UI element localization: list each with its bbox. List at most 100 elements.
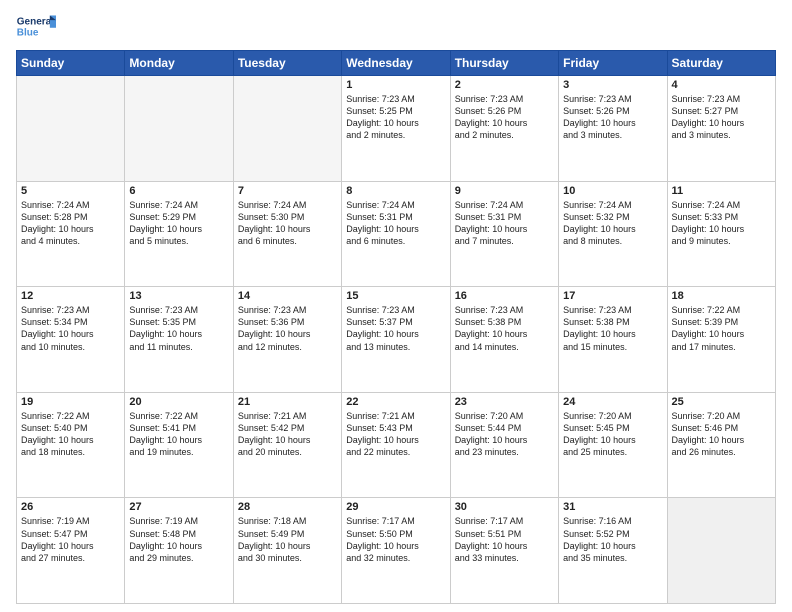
calendar-cell: 11 Sunrise: 7:24 AM Sunset: 5:33 PM Dayli… (667, 181, 775, 287)
cell-info: Sunrise: 7:23 AM Sunset: 5:34 PM Dayligh… (21, 304, 120, 353)
day-number: 17 (563, 290, 662, 302)
day-number: 31 (563, 501, 662, 513)
logo-icon: General Blue (16, 12, 56, 42)
calendar-cell: 2 Sunrise: 7:23 AM Sunset: 5:26 PM Daylig… (450, 76, 558, 182)
day-number: 2 (455, 79, 554, 91)
day-number: 10 (563, 185, 662, 197)
day-number: 1 (346, 79, 445, 91)
calendar-cell: 19Sunrise: 7:22 AM Sunset: 5:40 PM Dayli… (17, 392, 125, 498)
calendar-cell: 18Sunrise: 7:22 AM Sunset: 5:39 PM Dayli… (667, 287, 775, 393)
day-number: 24 (563, 396, 662, 408)
cell-info: Sunrise: 7:24 AM Sunset: 5:31 PM Dayligh… (455, 199, 554, 248)
cell-info: Sunrise: 7:24 AM Sunset: 5:29 PM Dayligh… (129, 199, 228, 248)
col-header-thursday: Thursday (450, 51, 558, 76)
calendar-cell: 14Sunrise: 7:23 AM Sunset: 5:36 PM Dayli… (233, 287, 341, 393)
col-header-saturday: Saturday (667, 51, 775, 76)
cell-info: Sunrise: 7:24 AM Sunset: 5:31 PM Dayligh… (346, 199, 445, 248)
day-number: 9 (455, 185, 554, 197)
cell-info: Sunrise: 7:24 AM Sunset: 5:33 PM Dayligh… (672, 199, 771, 248)
day-number: 23 (455, 396, 554, 408)
day-number: 26 (21, 501, 120, 513)
cell-info: Sunrise: 7:23 AM Sunset: 5:38 PM Dayligh… (563, 304, 662, 353)
logo-svg: General Blue (16, 12, 56, 42)
calendar-cell (667, 498, 775, 604)
day-number: 20 (129, 396, 228, 408)
calendar-cell: 24 Sunrise: 7:20 AM Sunset: 5:45 PM Dayli… (559, 392, 667, 498)
cell-info: Sunrise: 7:23 AM Sunset: 5:35 PM Dayligh… (129, 304, 228, 353)
cell-info: Sunrise: 7:20 AM Sunset: 5:44 PM Dayligh… (455, 410, 554, 459)
cell-info: Sunrise: 7:16 AM Sunset: 5:52 PM Dayligh… (563, 515, 662, 564)
cell-info: Sunrise: 7:19 AM Sunset: 5:47 PM Dayligh… (21, 515, 120, 564)
day-number: 6 (129, 185, 228, 197)
cell-info: Sunrise: 7:24 AM Sunset: 5:32 PM Dayligh… (563, 199, 662, 248)
calendar-cell: 3 Sunrise: 7:23 AM Sunset: 5:26 PM Daylig… (559, 76, 667, 182)
cell-info: Sunrise: 7:17 AM Sunset: 5:51 PM Dayligh… (455, 515, 554, 564)
calendar-cell: 23 Sunrise: 7:20 AM Sunset: 5:44 PM Dayli… (450, 392, 558, 498)
cell-info: Sunrise: 7:21 AM Sunset: 5:42 PM Dayligh… (238, 410, 337, 459)
cell-info: Sunrise: 7:18 AM Sunset: 5:49 PM Dayligh… (238, 515, 337, 564)
calendar-cell: 16Sunrise: 7:23 AM Sunset: 5:38 PM Dayli… (450, 287, 558, 393)
calendar-cell: 27 Sunrise: 7:19 AM Sunset: 5:48 PM Dayli… (125, 498, 233, 604)
calendar-cell (233, 76, 341, 182)
day-number: 16 (455, 290, 554, 302)
calendar-cell: 17 Sunrise: 7:23 AM Sunset: 5:38 PM Dayli… (559, 287, 667, 393)
day-number: 8 (346, 185, 445, 197)
calendar-cell: 25Sunrise: 7:20 AM Sunset: 5:46 PM Dayli… (667, 392, 775, 498)
day-number: 13 (129, 290, 228, 302)
calendar-cell: 31 Sunrise: 7:16 AM Sunset: 5:52 PM Dayli… (559, 498, 667, 604)
day-number: 29 (346, 501, 445, 513)
col-header-friday: Friday (559, 51, 667, 76)
cell-info: Sunrise: 7:22 AM Sunset: 5:41 PM Dayligh… (129, 410, 228, 459)
calendar-cell: 9 Sunrise: 7:24 AM Sunset: 5:31 PM Daylig… (450, 181, 558, 287)
cell-info: Sunrise: 7:23 AM Sunset: 5:27 PM Dayligh… (672, 93, 771, 142)
cell-info: Sunrise: 7:19 AM Sunset: 5:48 PM Dayligh… (129, 515, 228, 564)
calendar-cell: 6 Sunrise: 7:24 AM Sunset: 5:29 PM Daylig… (125, 181, 233, 287)
calendar-cell: 13 Sunrise: 7:23 AM Sunset: 5:35 PM Dayli… (125, 287, 233, 393)
week-row-0: 1 Sunrise: 7:23 AM Sunset: 5:25 PM Daylig… (17, 76, 776, 182)
week-row-1: 5Sunrise: 7:24 AM Sunset: 5:28 PM Daylig… (17, 181, 776, 287)
day-number: 4 (672, 79, 771, 91)
week-row-3: 19Sunrise: 7:22 AM Sunset: 5:40 PM Dayli… (17, 392, 776, 498)
cell-info: Sunrise: 7:22 AM Sunset: 5:39 PM Dayligh… (672, 304, 771, 353)
header-row: SundayMondayTuesdayWednesdayThursdayFrid… (17, 51, 776, 76)
day-number: 3 (563, 79, 662, 91)
col-header-tuesday: Tuesday (233, 51, 341, 76)
day-number: 12 (21, 290, 120, 302)
col-header-monday: Monday (125, 51, 233, 76)
day-number: 5 (21, 185, 120, 197)
cell-info: Sunrise: 7:23 AM Sunset: 5:26 PM Dayligh… (563, 93, 662, 142)
calendar-cell: 7Sunrise: 7:24 AM Sunset: 5:30 PM Daylig… (233, 181, 341, 287)
calendar-cell: 29Sunrise: 7:17 AM Sunset: 5:50 PM Dayli… (342, 498, 450, 604)
header: General Blue (16, 12, 776, 42)
day-number: 22 (346, 396, 445, 408)
cell-info: Sunrise: 7:23 AM Sunset: 5:26 PM Dayligh… (455, 93, 554, 142)
day-number: 14 (238, 290, 337, 302)
calendar-cell: 1 Sunrise: 7:23 AM Sunset: 5:25 PM Daylig… (342, 76, 450, 182)
week-row-4: 26 Sunrise: 7:19 AM Sunset: 5:47 PM Dayli… (17, 498, 776, 604)
cell-info: Sunrise: 7:23 AM Sunset: 5:25 PM Dayligh… (346, 93, 445, 142)
day-number: 27 (129, 501, 228, 513)
day-number: 7 (238, 185, 337, 197)
calendar-cell: 5Sunrise: 7:24 AM Sunset: 5:28 PM Daylig… (17, 181, 125, 287)
day-number: 25 (672, 396, 771, 408)
day-number: 30 (455, 501, 554, 513)
calendar-cell: 30 Sunrise: 7:17 AM Sunset: 5:51 PM Dayli… (450, 498, 558, 604)
cell-info: Sunrise: 7:20 AM Sunset: 5:45 PM Dayligh… (563, 410, 662, 459)
day-number: 11 (672, 185, 771, 197)
calendar-cell: 12 Sunrise: 7:23 AM Sunset: 5:34 PM Dayli… (17, 287, 125, 393)
calendar-cell: 22Sunrise: 7:21 AM Sunset: 5:43 PM Dayli… (342, 392, 450, 498)
day-number: 28 (238, 501, 337, 513)
svg-text:General: General (17, 17, 54, 28)
calendar-cell: 10 Sunrise: 7:24 AM Sunset: 5:32 PM Dayli… (559, 181, 667, 287)
calendar-cell: 15Sunrise: 7:23 AM Sunset: 5:37 PM Dayli… (342, 287, 450, 393)
cell-info: Sunrise: 7:23 AM Sunset: 5:37 PM Dayligh… (346, 304, 445, 353)
svg-text:Blue: Blue (17, 27, 39, 38)
calendar-cell: 8 Sunrise: 7:24 AM Sunset: 5:31 PM Daylig… (342, 181, 450, 287)
calendar-cell: 21Sunrise: 7:21 AM Sunset: 5:42 PM Dayli… (233, 392, 341, 498)
logo: General Blue (16, 12, 56, 42)
calendar-cell (125, 76, 233, 182)
calendar-cell: 20 Sunrise: 7:22 AM Sunset: 5:41 PM Dayli… (125, 392, 233, 498)
col-header-wednesday: Wednesday (342, 51, 450, 76)
calendar-cell: 28 Sunrise: 7:18 AM Sunset: 5:49 PM Dayli… (233, 498, 341, 604)
week-row-2: 12 Sunrise: 7:23 AM Sunset: 5:34 PM Dayli… (17, 287, 776, 393)
